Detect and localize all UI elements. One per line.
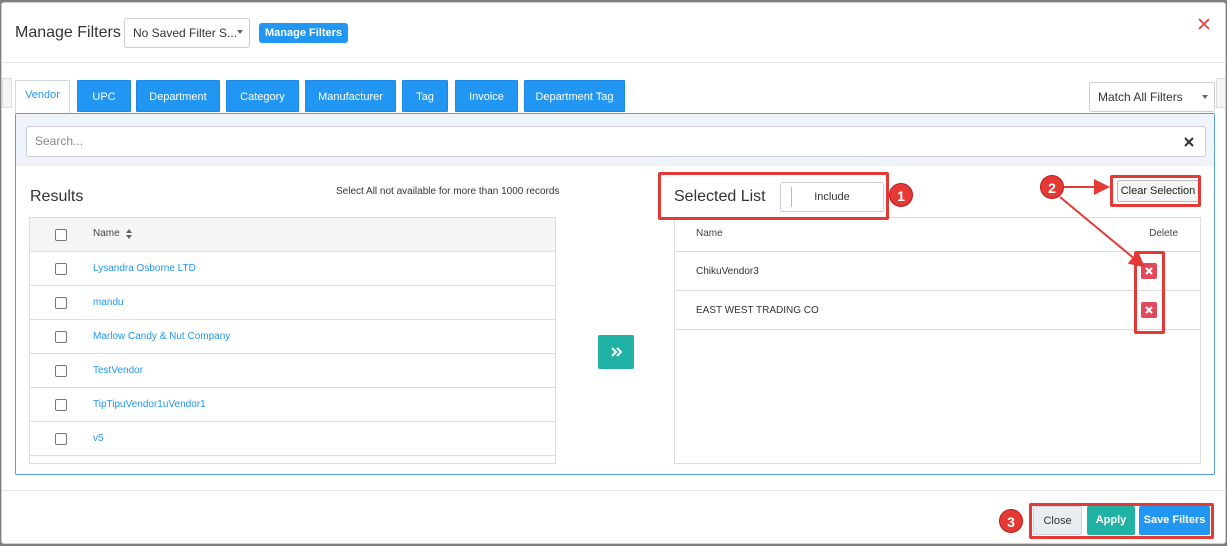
- annotation-arrows: [1059, 179, 1146, 268]
- manage-filters-modal: Manage Filters No Saved Filter S... Mana…: [1, 2, 1226, 544]
